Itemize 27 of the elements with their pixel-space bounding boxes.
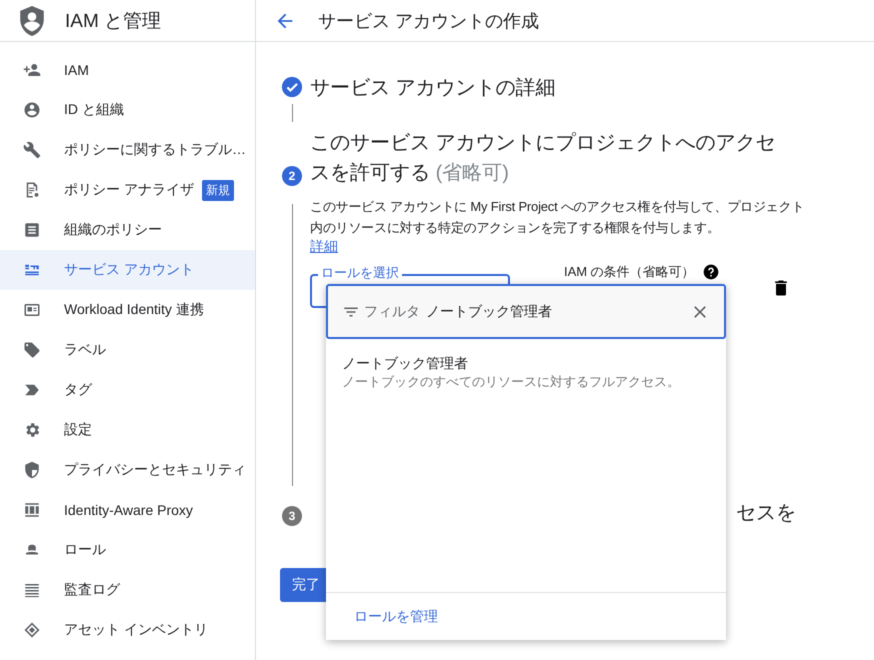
sidebar-label: サービス アカウント	[64, 261, 194, 279]
sidebar-label: 組織のポリシー	[64, 221, 162, 239]
role-option-description: ノートブックのすべてのリソースに対するフルアクセス。	[342, 373, 681, 391]
step-title: セスを	[736, 501, 796, 526]
new-badge: 新規	[202, 180, 234, 200]
page-title: サービス アカウントの作成	[318, 10, 540, 32]
condition-label: IAM の条件（省略可）	[564, 263, 695, 281]
sidebar-label: ロール	[64, 541, 106, 559]
step-number: 2	[282, 166, 302, 186]
sidebar-label: 監査ログ	[64, 581, 120, 599]
sidebar-label: ID と組織	[64, 101, 124, 119]
sidebar-label: ポリシーに関するトラブル…	[64, 141, 246, 159]
sidebar-label: ラベル	[64, 341, 106, 359]
sidebar-label: IAM	[64, 62, 89, 78]
sidebar-label: Identity-Aware Proxy	[64, 502, 193, 518]
filter-label: フィルタ	[364, 302, 420, 320]
step-description: このサービス アカウントに My First Project へのアクセス権を付与して、プロジェクト内のリソースに対する特定のアクションを完了する権限を付与します。	[310, 198, 806, 237]
sidebar-label: ポリシー アナライザ	[64, 181, 194, 199]
step-title: このサービス アカウントにプロジェクトへのアクセスを許可する (省略可)	[310, 131, 777, 186]
step-number: 3	[282, 506, 302, 526]
sidebar-label: Workload Identity 連携	[64, 301, 204, 319]
app-title: IAM と管理	[65, 10, 162, 34]
sidebar-label: アセット インベントリ	[64, 621, 208, 639]
sidebar-label: タグ	[64, 381, 92, 399]
sidebar-label: 設定	[64, 421, 92, 439]
step-title: サービス アカウントの詳細	[310, 76, 556, 101]
sidebar-label: プライバシーとセキュリティ	[64, 461, 246, 479]
